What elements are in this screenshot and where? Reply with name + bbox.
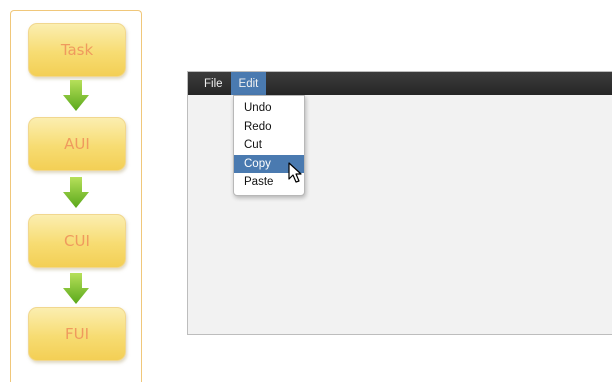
stage-cui: CUI (28, 214, 126, 268)
stage-cui-label: CUI (64, 232, 90, 250)
app-window: File Edit Undo Redo Cut Copy Paste (187, 71, 612, 335)
menu-edit[interactable]: Edit (230, 72, 267, 95)
stage-fui: FUI (28, 307, 126, 361)
stage-fui-label: FUI (64, 325, 90, 343)
stage-aui-label: AUI (64, 135, 90, 153)
down-arrow-icon (63, 273, 89, 304)
flow-panel: Task AUI CUI FUI (10, 10, 142, 382)
down-arrow-icon (63, 80, 89, 111)
stage-task: Task (28, 23, 126, 77)
menubar: File Edit (188, 72, 612, 95)
mouse-cursor-icon (288, 162, 302, 183)
menu-item-cut[interactable]: Cut (234, 136, 304, 155)
menu-item-redo[interactable]: Redo (234, 118, 304, 137)
stage-aui: AUI (28, 117, 126, 171)
down-arrow-icon (63, 177, 89, 208)
menu-item-undo[interactable]: Undo (234, 99, 304, 118)
stage-task-label: Task (60, 41, 94, 59)
menu-file[interactable]: File (188, 72, 231, 95)
